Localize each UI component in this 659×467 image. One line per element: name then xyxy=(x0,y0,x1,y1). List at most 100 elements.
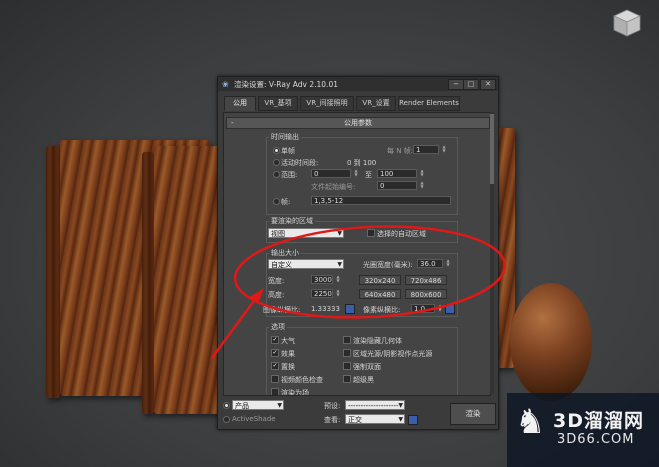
output-size-preset-select[interactable]: 自定义 ▼ xyxy=(268,259,344,269)
preset-value: -------------------- xyxy=(348,402,399,410)
label-atmosphere: 大气 xyxy=(281,337,295,345)
watermark-site-url: 3D66.COM xyxy=(557,432,635,447)
width-field[interactable]: 3000 xyxy=(311,275,333,284)
checkbox-super-black[interactable] xyxy=(343,375,351,383)
output-size-preset-value: 自定义 xyxy=(271,261,292,269)
checkbox-area-lights-as-points[interactable] xyxy=(343,349,351,357)
checkbox-displacement[interactable]: ✓ xyxy=(271,362,279,370)
height-spinner[interactable]: ▲ ▼ xyxy=(335,289,341,298)
maximize-button[interactable]: □ xyxy=(463,79,479,90)
group-output-size: 输出大小 自定义 ▼ 光圈宽度(毫米): 36.0 ▲ ▼ 宽度: 3000 ▲ ▼… xyxy=(263,248,458,317)
range-from-spinner[interactable]: ▲ ▼ xyxy=(353,169,359,178)
checkbox-render-fields[interactable] xyxy=(271,388,279,395)
pixel-aspect-spinner[interactable]: ▲ ▼ xyxy=(437,304,443,313)
tab-vray-settings[interactable]: VR_设置 xyxy=(356,96,396,111)
label-file-start: 文件起始编号: xyxy=(311,183,356,191)
range-from-field[interactable]: 0 xyxy=(311,169,351,178)
radio-production[interactable] xyxy=(223,402,230,409)
title-bar[interactable]: ❀ 渲染设置: V-Ray Adv 2.10.01 − □ ✕ xyxy=(218,77,498,91)
radio-frames[interactable] xyxy=(273,198,280,205)
deer-logo-icon: ♞ xyxy=(515,402,546,442)
frames-field[interactable]: 1,3,5-12 xyxy=(311,196,451,205)
label-area-lights-as-points: 区域光源/阴影视作点光源 xyxy=(353,350,433,358)
checkbox-video-color-check[interactable] xyxy=(271,375,279,383)
rollout-title: 公用参数 xyxy=(344,119,372,127)
file-start-field[interactable]: 0 xyxy=(377,181,417,190)
checkbox-atmosphere[interactable]: ✓ xyxy=(271,336,279,344)
viewcube-icon[interactable] xyxy=(612,8,642,38)
checkbox-effects[interactable]: ✓ xyxy=(271,349,279,357)
height-field[interactable]: 2250 xyxy=(311,289,333,298)
render-area-value: 视图 xyxy=(271,230,285,238)
preset-640x480-button[interactable]: 640x480 xyxy=(359,289,401,299)
checkbox-auto-region[interactable] xyxy=(367,229,375,237)
panel-scrollbar[interactable] xyxy=(490,112,494,394)
collapse-icon: - xyxy=(231,119,234,127)
width-spinner[interactable]: ▲ ▼ xyxy=(335,275,341,284)
tab-common[interactable]: 公用 xyxy=(224,96,256,111)
chevron-down-icon: ▼ xyxy=(398,402,403,409)
lock-view-icon[interactable] xyxy=(408,415,418,425)
production-value: 产品 xyxy=(235,402,249,410)
window-title: 渲染设置: V-Ray Adv 2.10.01 xyxy=(234,80,338,89)
group-time-output: 时间输出 单帧 每 N 帧: 1 ▲ ▼ 活动时间段: 0 到 100 范围: 0… xyxy=(266,132,458,215)
view-select[interactable]: 正交 ▼ xyxy=(345,414,405,424)
radio-range[interactable] xyxy=(273,171,280,178)
checkbox-force-two-sided[interactable] xyxy=(343,362,351,370)
label-effects: 效果 xyxy=(281,350,295,358)
tab-bar: 公用 VR_基项 VR_间接照明 VR_设置 Render Elements xyxy=(220,96,496,111)
label-super-black: 超级黑 xyxy=(353,376,374,384)
tab-render-elements[interactable]: Render Elements xyxy=(398,96,460,111)
pixel-aspect-field[interactable]: 1.0 xyxy=(411,304,435,313)
production-select[interactable]: 产品 ▼ xyxy=(232,400,284,410)
label-width: 宽度: xyxy=(268,277,285,285)
wood-plank-front-side xyxy=(142,152,154,414)
aperture-spinner[interactable]: ▲ ▼ xyxy=(445,259,451,268)
close-button[interactable]: ✕ xyxy=(480,79,496,90)
range-to-spinner[interactable]: ▲ ▼ xyxy=(419,169,425,178)
scrollbar-thumb[interactable] xyxy=(490,114,494,184)
image-aspect-value: 1.33333 xyxy=(311,305,340,313)
watermark-site-name: 3D溜溜网 xyxy=(553,410,644,432)
active-segment-value: 0 到 100 xyxy=(347,159,377,167)
label-view: 查看: xyxy=(324,416,341,424)
render-button[interactable]: 渲染 xyxy=(450,403,496,425)
preset-320x240-button[interactable]: 320x240 xyxy=(359,275,401,285)
label-image-aspect: 图像纵横比: xyxy=(263,306,301,314)
common-panel: - 公用参数 时间输出 单帧 每 N 帧: 1 ▲ ▼ 活动时间段: 0 到 10… xyxy=(223,112,491,396)
label-auto-region: 选择的自动区域 xyxy=(377,230,426,238)
chevron-down-icon: ▼ xyxy=(337,230,342,237)
minimize-button[interactable]: − xyxy=(448,79,464,90)
label-every-n: 每 N 帧: xyxy=(387,147,414,155)
chevron-down-icon: ▼ xyxy=(398,416,403,423)
checkbox-render-hidden[interactable] xyxy=(343,336,351,344)
view-value: 正交 xyxy=(348,416,362,424)
range-to-field[interactable]: 100 xyxy=(377,169,417,178)
label-frames: 帧: xyxy=(281,198,291,206)
rollout-common-params[interactable]: - 公用参数 xyxy=(226,117,490,129)
label-video-color-check: 视频颜色检查 xyxy=(281,376,323,384)
render-area-select[interactable]: 视图 ▼ xyxy=(268,228,344,238)
every-n-spinner[interactable]: ▲ ▼ xyxy=(441,145,447,154)
every-n-field[interactable]: 1 xyxy=(413,145,439,154)
preset-800x600-button[interactable]: 800x600 xyxy=(405,289,447,299)
wood-plank-front xyxy=(154,146,224,414)
radio-single-frame[interactable] xyxy=(273,147,280,154)
group-render-area: 要渲染的区域 视图 ▼ 选择的自动区域 xyxy=(266,216,458,243)
lock-pixel-aspect-icon[interactable] xyxy=(445,304,455,314)
tab-vray-base[interactable]: VR_基项 xyxy=(258,96,298,111)
preset-select[interactable]: -------------------- ▼ xyxy=(345,400,405,410)
radio-activeshade[interactable] xyxy=(223,416,230,423)
label-preset: 预设: xyxy=(324,402,341,410)
aperture-field[interactable]: 36.0 xyxy=(417,259,443,268)
file-start-spinner[interactable]: ▲ ▼ xyxy=(419,181,425,190)
preset-720x486-button[interactable]: 720x486 xyxy=(405,275,447,285)
label-render-fields: 渲染为场 xyxy=(281,389,309,396)
lock-aspect-icon[interactable] xyxy=(345,304,355,314)
radio-active-segment[interactable] xyxy=(273,159,280,166)
watermark: ♞ 3D溜溜网 3D66.COM xyxy=(507,393,659,467)
label-displacement: 置换 xyxy=(281,363,295,371)
group-title-options: 选项 xyxy=(269,322,287,332)
bottom-bar: 产品 ▼ ActiveShade 预设: -------------------… xyxy=(218,397,498,429)
tab-vray-gi[interactable]: VR_间接照明 xyxy=(300,96,354,111)
